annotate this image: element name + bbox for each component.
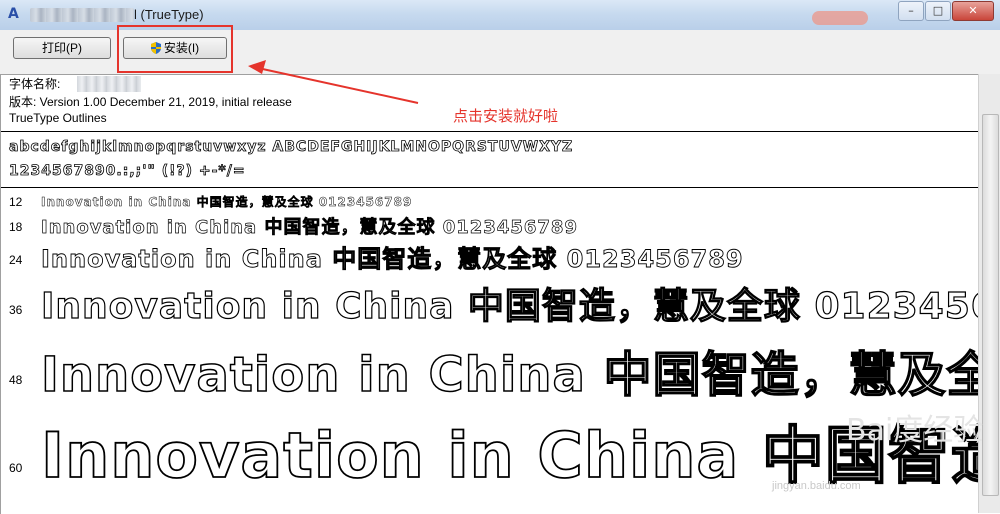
window-controls: – □ ✕ (898, 1, 994, 21)
size-label: 18 (9, 220, 23, 234)
font-name-line: 字体名称: (9, 75, 141, 92)
close-icon[interactable]: ✕ (952, 1, 994, 21)
outline-type-line: TrueType Outlines (9, 111, 107, 125)
scroll-thumb[interactable] (982, 114, 999, 496)
divider-2 (1, 187, 979, 188)
font-app-icon: A (8, 6, 19, 22)
install-highlight-box (117, 25, 233, 73)
print-button[interactable]: 打印(P) (13, 37, 111, 59)
size-label: 12 (9, 195, 23, 209)
size-label: 48 (9, 373, 23, 387)
annotation-text: 点击安装就好啦 (453, 107, 559, 125)
blurred-decoration (812, 11, 868, 25)
blurred-font-name-value (77, 76, 141, 92)
sample-text: Innovation in China 中国智造，慧及全球 0123456789 (41, 195, 413, 210)
sample-text: Innovation in China 中国智造，慧及全球 0123456789 (40, 285, 979, 327)
size-label: 60 (9, 461, 23, 475)
version-line: 版本: Version 1.00 December 21, 2019, init… (9, 95, 292, 109)
divider-1 (1, 131, 979, 132)
charset-line-1: abcdefghijklmnopqrstuvwxyz ABCDEFGHIJKLM… (9, 139, 574, 156)
sample-text: Innovation in China 中国智造，慧及全球 0123456789 (40, 346, 979, 404)
sample-text: Innovation in China 中国智造，慧及全球 0123456789 (41, 245, 744, 274)
window-title: l (TrueType) (134, 7, 204, 22)
charset-line-2: 1234567890.:,;'" (!?) +-*/= (9, 163, 246, 180)
maximize-icon[interactable]: □ (925, 1, 951, 21)
size-label: 36 (9, 303, 23, 317)
baidu-watermark-logo: Bai度经验 (846, 413, 984, 448)
font-preview-pane: 字体名称: 版本: Version 1.00 December 21, 2019… (0, 74, 979, 514)
font-name-label: 字体名称: (9, 77, 61, 91)
size-label: 24 (9, 253, 23, 267)
sample-text: Innovation in China 中国智造，慧及全球 0123456789 (41, 217, 578, 239)
baidu-watermark: jingyan.baidu.com (772, 480, 861, 492)
minimize-icon[interactable]: – (898, 1, 924, 21)
blurred-font-name (30, 8, 134, 22)
